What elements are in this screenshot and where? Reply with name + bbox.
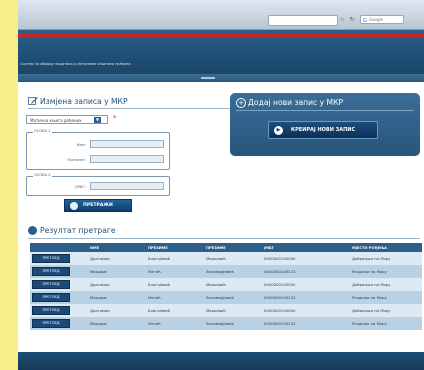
first-name-input[interactable] <box>90 140 164 148</box>
search-button[interactable]: ПРЕТРАЖИ <box>64 199 132 212</box>
play-icon: ▶ <box>274 126 283 135</box>
column-header[interactable]: ПРЕЗИМЕ <box>204 243 262 252</box>
search-icon <box>70 202 78 210</box>
view-button[interactable]: ПРЕГЛЕД <box>32 306 70 315</box>
column-header[interactable]: ИМЕ <box>88 243 146 252</box>
header-accent-line <box>18 34 424 37</box>
person2-legend: ОСОБА 2 <box>33 173 52 177</box>
browser-toolbar: ☆ ↻ G Google <box>18 0 424 30</box>
table-cell: Благојевић <box>146 304 204 317</box>
table-cell: Матић <box>146 265 204 278</box>
site-tagline: Систем за обраду података о матичним књи… <box>20 62 131 66</box>
view-button[interactable]: ПРЕГЛЕД <box>32 267 70 276</box>
table-cell: Драгомир <box>88 278 146 291</box>
results-divider <box>28 238 420 239</box>
table-row: ПРЕГЛЕД Миодраг Матић Зелимирјевић 00000… <box>30 317 422 330</box>
register-select[interactable]: Матична књига рођених ▼ <box>26 115 108 124</box>
jmbg-input[interactable] <box>90 182 164 190</box>
table-cell: Марковић <box>204 278 262 291</box>
table-cell: 0000000100224 <box>262 265 350 278</box>
browser-window: ☆ ↻ G Google Систем за обраду података о… <box>18 0 424 370</box>
create-record-label: КРЕИРАЈ НОВИ ЗАПИС <box>291 127 356 133</box>
row-action-cell: ПРЕГЛЕД <box>30 317 88 330</box>
column-header[interactable]: ЈМБГ <box>262 243 350 252</box>
row-action-cell: ПРЕГЛЕД <box>30 265 88 278</box>
add-panel-divider <box>236 110 414 111</box>
create-record-button[interactable]: ▶ КРЕИРАЈ НОВИ ЗАПИС <box>268 121 378 139</box>
jmbg-label: ЈМБГ: <box>75 184 86 189</box>
table-cell: Зелимирјевић <box>204 265 262 278</box>
plus-circle-icon: + <box>236 98 246 108</box>
left-edge-strip <box>0 0 18 370</box>
register-select-value: Матична књига рођених <box>30 118 82 123</box>
search-button-label: ПРЕТРАЖИ <box>83 203 113 208</box>
table-cell: 0000000100000 <box>262 278 350 291</box>
table-cell: Марковић <box>204 252 262 265</box>
nav-active-marker <box>201 77 215 79</box>
results-table: ИМЕ ПРЕЗИМЕ ПРЕЗИМЕ ЈМБГ МЈЕСТО РОЂЕЊА П… <box>30 243 422 330</box>
table-cell: 0000000100224 <box>262 317 350 330</box>
table-cell: Миодраг <box>88 317 146 330</box>
column-header[interactable]: ПРЕЗИМЕ <box>146 243 204 252</box>
chevron-down-icon[interactable]: ▼ <box>94 117 101 123</box>
table-cell: Матић <box>146 291 204 304</box>
first-name-label: Име: <box>76 142 86 147</box>
table-cell: Зелимирјевић <box>204 291 262 304</box>
required-marker: * <box>113 114 117 122</box>
table-cell: Благојевић <box>146 252 204 265</box>
table-cell: Раздоље на Мору <box>350 265 422 278</box>
edit-panel-divider <box>28 108 234 109</box>
nav-bar <box>18 74 424 82</box>
google-g-icon: G <box>363 18 367 24</box>
table-cell: Добрињци на Мору <box>350 252 422 265</box>
row-action-cell: ПРЕГЛЕД <box>30 278 88 291</box>
table-cell: Марковић <box>204 304 262 317</box>
edit-panel-title: Измјена записа у МКР <box>40 97 128 106</box>
table-cell: Раздоље на Мору <box>350 291 422 304</box>
table-cell: Раздоље на Мору <box>350 317 422 330</box>
table-row: ПРЕГЛЕД Миодраг Матић Зелимирјевић 00000… <box>30 265 422 278</box>
browser-search-input[interactable]: G Google <box>360 15 404 24</box>
add-panel-title: Додај нови запис у МКР <box>248 98 344 107</box>
column-header[interactable]: МЈЕСТО РОЂЕЊА <box>350 243 422 252</box>
table-row: ПРЕГЛЕД Драгомир Благојевић Марковић 000… <box>30 252 422 265</box>
row-action-cell: ПРЕГЛЕД <box>30 304 88 317</box>
site-footer <box>18 352 424 370</box>
table-cell: Драгомир <box>88 252 146 265</box>
table-row: ПРЕГЛЕД Драгомир Благојевић Марковић 000… <box>30 278 422 291</box>
table-row: ПРЕГЛЕД Миодраг Матић Зелимирјевић 00000… <box>30 291 422 304</box>
table-cell: Добрињци на Мору <box>350 278 422 291</box>
table-cell: Зелимирјевић <box>204 317 262 330</box>
table-cell: Добрињци на Мору <box>350 304 422 317</box>
person1-group: ОСОБА 1 <box>26 129 170 170</box>
results-header-row: ИМЕ ПРЕЗИМЕ ПРЕЗИМЕ ЈМБГ МЈЕСТО РОЂЕЊА <box>30 243 422 252</box>
person1-legend: ОСОБА 1 <box>33 129 52 133</box>
row-action-cell: ПРЕГЛЕД <box>30 291 88 304</box>
browser-search-placeholder: Google <box>369 17 384 22</box>
table-cell: 0000000100224 <box>262 291 350 304</box>
table-cell: 0000000100000 <box>262 252 350 265</box>
view-button[interactable]: ПРЕГЛЕД <box>32 280 70 289</box>
table-cell: Миодраг <box>88 291 146 304</box>
table-cell: 0000000100000 <box>262 304 350 317</box>
results-title: Резултат претраге <box>40 226 116 235</box>
view-button[interactable]: ПРЕГЛЕД <box>32 293 70 302</box>
star-icon[interactable]: ☆ <box>338 15 346 24</box>
table-cell: Благојевић <box>146 278 204 291</box>
last-name-label: Презиме: <box>67 157 86 162</box>
pencil-icon <box>28 97 38 105</box>
search-icon <box>28 226 37 235</box>
table-cell: Матић <box>146 317 204 330</box>
address-bar[interactable] <box>268 15 338 26</box>
view-button[interactable]: ПРЕГЛЕД <box>32 319 70 328</box>
row-action-cell: ПРЕГЛЕД <box>30 252 88 265</box>
view-button[interactable]: ПРЕГЛЕД <box>32 254 70 263</box>
table-row: ПРЕГЛЕД Драгомир Благојевић Марковић 000… <box>30 304 422 317</box>
refresh-icon[interactable]: ↻ <box>348 15 356 24</box>
column-header <box>30 243 88 252</box>
table-cell: Миодраг <box>88 265 146 278</box>
last-name-input[interactable] <box>90 155 164 163</box>
add-record-panel: + Додај нови запис у МКР ▶ КРЕИРАЈ НОВИ … <box>230 93 420 156</box>
table-cell: Драгомир <box>88 304 146 317</box>
